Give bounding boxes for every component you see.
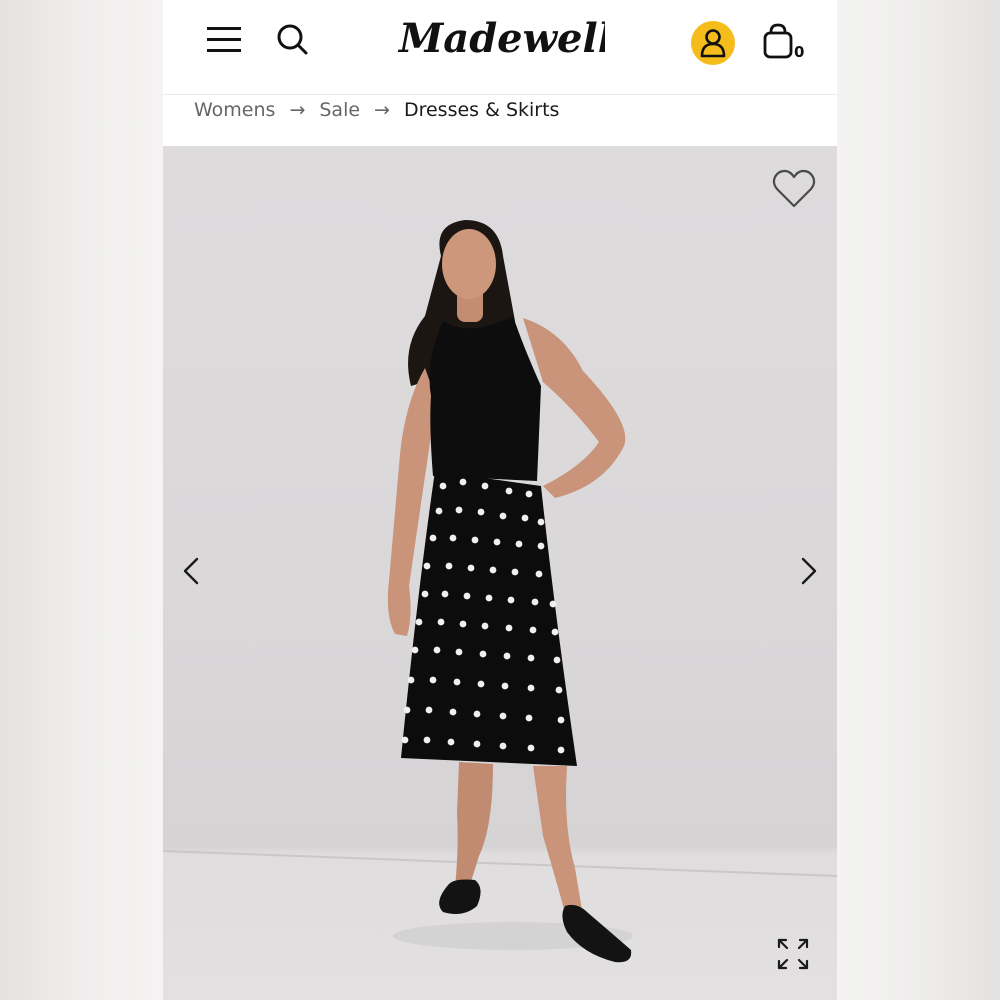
chevron-left-icon[interactable]: [177, 551, 207, 591]
hamburger-menu-icon[interactable]: [205, 24, 243, 56]
breadcrumb: Womens → Sale → Dresses & Skirts: [194, 97, 559, 123]
model-photo: [163, 220, 837, 963]
logo-wordmark: Madewell: [397, 15, 605, 62]
breadcrumb-separator: →: [289, 99, 306, 121]
product-image[interactable]: [163, 146, 837, 1000]
site-header: Madewell 0: [163, 0, 837, 95]
madewell-logo[interactable]: Madewell: [395, 10, 613, 70]
bag-count-badge: 0: [794, 43, 805, 61]
expand-icon[interactable]: [775, 936, 811, 972]
breadcrumb-sale[interactable]: Sale: [319, 99, 360, 121]
product-page: Madewell 0 Womens → Sale → Dresses & Ski…: [163, 0, 837, 1000]
breadcrumb-womens[interactable]: Womens: [194, 99, 275, 121]
chevron-right-icon[interactable]: [793, 551, 823, 591]
heart-outline-icon[interactable]: [771, 167, 817, 211]
account-icon[interactable]: [691, 21, 735, 65]
breadcrumb-separator: →: [374, 99, 390, 121]
search-icon[interactable]: [275, 22, 309, 56]
breadcrumb-dresses-skirts[interactable]: Dresses & Skirts: [404, 99, 560, 121]
